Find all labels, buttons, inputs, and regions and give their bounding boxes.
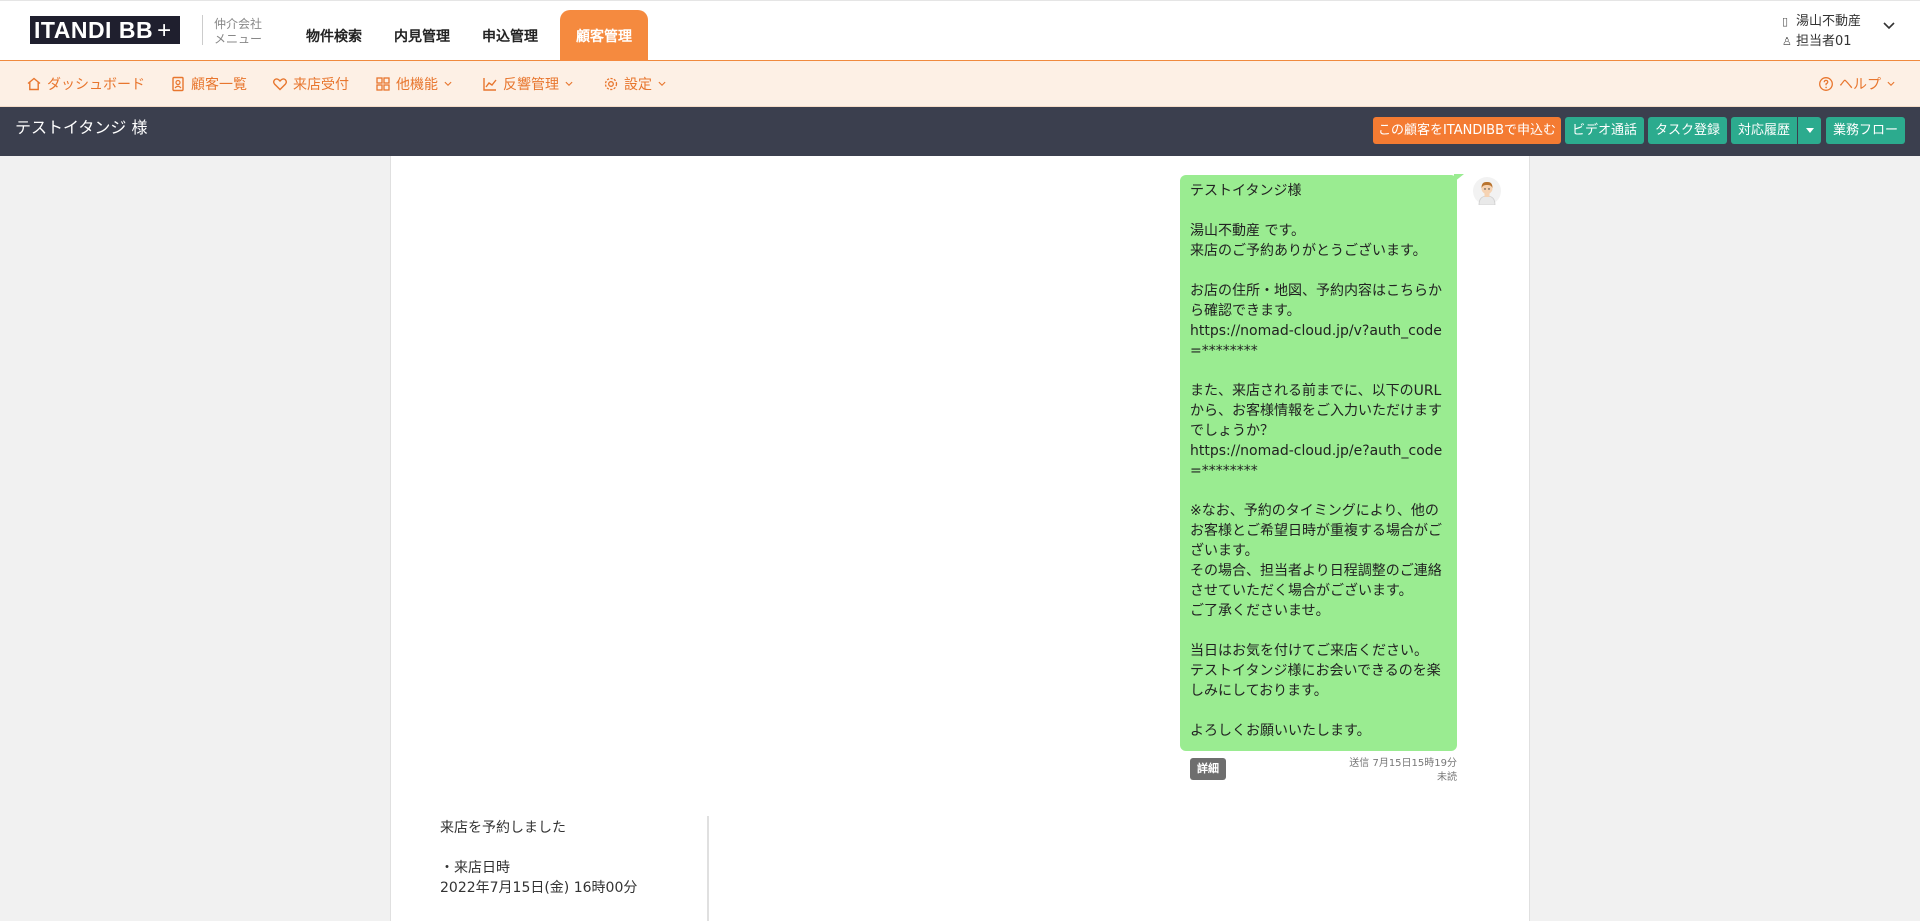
sub-nav: ダッシュボード 顧客一覧 来店受付 他機能 反響管理 設定 ヘルプ (0, 61, 1920, 107)
visit-reservation-log: 来店を予約しました ・来店日時 2022年7月15日(金) 16時00分 (440, 820, 638, 896)
bubble-tail (1454, 174, 1464, 182)
message-read-status: 未読 (1437, 772, 1457, 783)
message-detail-button[interactable]: 詳細 (1190, 758, 1226, 780)
nav-viewing-management[interactable]: 内見管理 (378, 10, 466, 62)
heart-hand-icon (272, 78, 288, 91)
subnav-help-label: ヘルプ (1839, 77, 1881, 93)
task-register-button[interactable]: タスク登録 (1648, 117, 1727, 144)
chevron-down-icon[interactable] (1882, 19, 1896, 35)
customer-name: テストイタンジ 様 (15, 118, 148, 137)
staff-avatar (1473, 177, 1501, 206)
main-nav: 物件検索 内見管理 申込管理 顧客管理 (290, 10, 648, 62)
chat-panel: テストイタンジ様 湯山不動産 です。 来店のご予約ありがとうございます。 お店の… (390, 156, 1530, 921)
subnav-dashboard[interactable]: ダッシュボード (26, 74, 145, 94)
company-name: 湯山不動産 (1796, 14, 1862, 29)
subnav-dashboard-label: ダッシュボード (47, 77, 145, 93)
building-icon: ▯ (1782, 15, 1789, 28)
nav-application-management[interactable]: 申込管理 (466, 10, 554, 62)
subnav-customer-list[interactable]: 顧客一覧 (170, 74, 247, 94)
response-history-dropdown[interactable] (1798, 117, 1821, 144)
broker-menu[interactable]: 仲介会社 メニュー (214, 17, 262, 47)
broker-menu-line-2: メニュー (214, 32, 263, 46)
home-icon (27, 77, 41, 91)
broker-menu-line-1: 仲介会社 (214, 17, 263, 31)
chart-icon (483, 78, 497, 91)
message-meta: 送信 7月15日15時19分 未読 (1349, 757, 1457, 785)
subnav-visit-reception[interactable]: 来店受付 (272, 74, 349, 94)
help-circle-icon (1819, 77, 1833, 91)
person-icon: ♙ (1782, 35, 1792, 48)
contact-list-icon (172, 76, 184, 92)
customer-title-bar: テストイタンジ 様 この顧客をITANDIBBで申込む ビデオ通話 タスク登録 … (0, 107, 1920, 156)
chevron-down-icon (565, 81, 573, 87)
message-bubble: テストイタンジ様 湯山不動産 です。 来店のご予約ありがとうございます。 お店の… (1180, 175, 1457, 751)
logo-text: ITANDI BB (34, 17, 154, 43)
caret-down-icon (1805, 128, 1814, 133)
staff-name: 担当者01 (1796, 34, 1852, 49)
chevron-down-icon (1887, 81, 1895, 87)
subnav-customer-list-label: 顧客一覧 (191, 77, 247, 93)
subnav-response-management[interactable]: 反響管理 (482, 74, 574, 94)
itandi-logo[interactable]: ITANDI BB + (30, 16, 180, 44)
grid-icon (376, 77, 390, 91)
workflow-button[interactable]: 業務フロー (1826, 117, 1905, 144)
subnav-help[interactable]: ヘルプ (1818, 74, 1896, 94)
apply-with-itandibb-button[interactable]: この顧客をITANDIBBで申込む (1373, 117, 1561, 144)
subnav-other-features-label: 他機能 (396, 77, 438, 93)
message-sent-time: 送信 7月15日15時19分 (1349, 758, 1457, 769)
user-menu[interactable]: ▯ 湯山不動産 ♙ 担当者01 (1782, 12, 1861, 52)
chevron-down-icon (444, 81, 452, 87)
chevron-down-icon (658, 81, 666, 87)
logo-plus: + (157, 17, 172, 44)
subnav-settings[interactable]: 設定 (603, 74, 667, 94)
subnav-settings-label: 設定 (624, 77, 652, 93)
nav-customer-management[interactable]: 顧客管理 (560, 10, 648, 62)
timeline-divider (707, 816, 709, 921)
logo-divider (202, 15, 203, 45)
subnav-visit-reception-label: 来店受付 (293, 77, 349, 93)
gear-icon (604, 77, 618, 91)
video-call-button[interactable]: ビデオ通話 (1565, 117, 1644, 144)
subnav-response-management-label: 反響管理 (503, 77, 559, 93)
nav-property-search[interactable]: 物件検索 (290, 10, 378, 62)
subnav-other-features[interactable]: 他機能 (375, 74, 453, 94)
response-history-button[interactable]: 対応履歴 (1731, 117, 1797, 144)
top-header: ITANDI BB + 仲介会社 メニュー 物件検索 内見管理 申込管理 顧客管理… (0, 0, 1920, 62)
